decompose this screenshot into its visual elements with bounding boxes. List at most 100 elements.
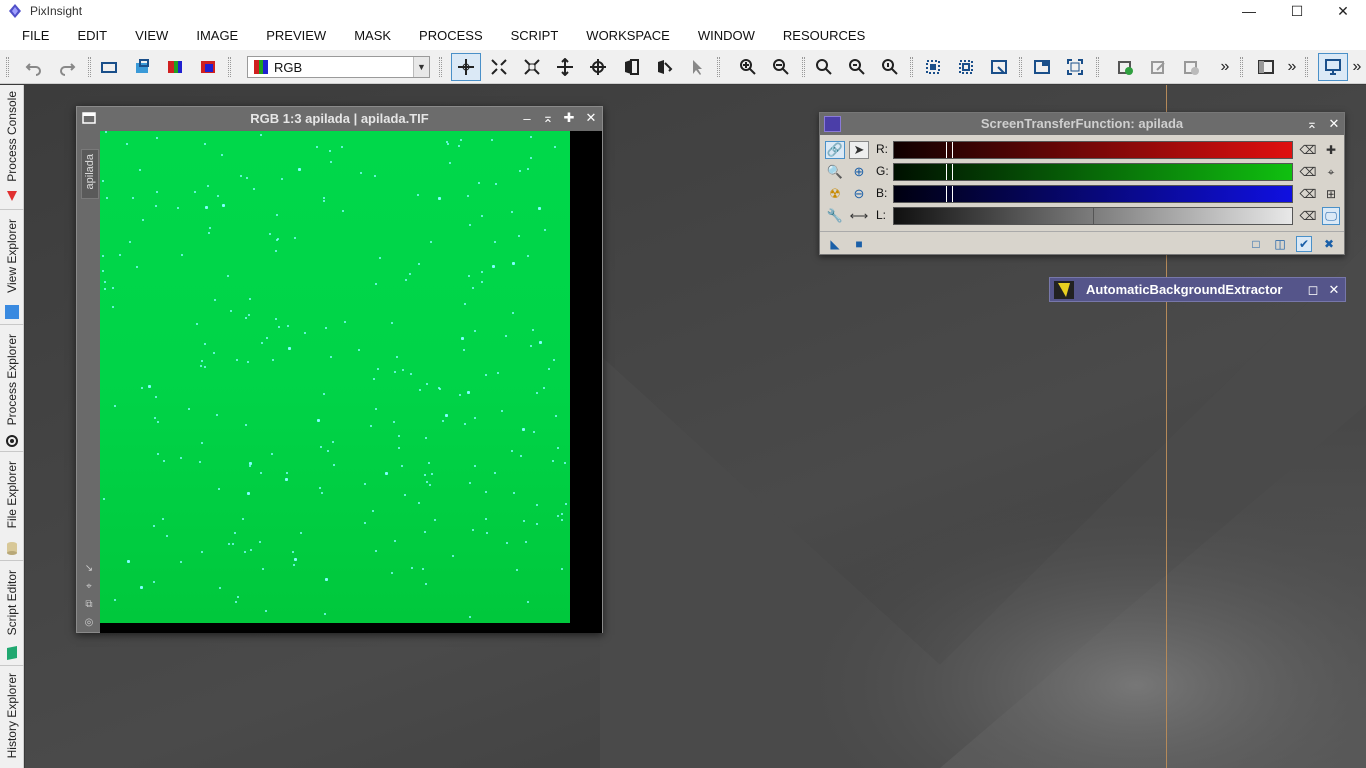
select-mode-button[interactable]	[686, 56, 708, 78]
menu-preview[interactable]: PREVIEW	[252, 22, 340, 50]
zoom-fit-button[interactable]	[846, 56, 868, 78]
new-preview-button[interactable]	[620, 56, 642, 78]
channel-combination-button[interactable]	[197, 56, 219, 78]
shadows-marker[interactable]	[946, 142, 947, 158]
apply-global-button[interactable]: ■	[851, 236, 867, 252]
midtones-marker[interactable]	[952, 142, 953, 158]
stf-display-button[interactable]: 🖵	[1322, 207, 1340, 225]
dock-tab-file-explorer[interactable]: File Explorer	[0, 453, 24, 561]
delete-workspace-button[interactable]	[1180, 56, 1202, 78]
new-image-button[interactable]	[98, 56, 120, 78]
zoom-in-button[interactable]: 🔍	[825, 163, 845, 181]
close-button[interactable]: ✕	[1320, 0, 1366, 22]
fullscreen-view-button[interactable]	[1064, 56, 1086, 78]
copy-tool[interactable]: ⧉	[83, 598, 95, 610]
menu-window[interactable]: WINDOW	[684, 22, 769, 50]
menu-workspace[interactable]: WORKSPACE	[572, 22, 684, 50]
center-mode-button[interactable]	[587, 56, 609, 78]
view-channel-select[interactable]: RGB ▼	[247, 56, 430, 78]
midtones-marker[interactable]	[1093, 208, 1094, 224]
new-instance-button[interactable]: ◣	[827, 236, 843, 252]
redo-button[interactable]	[56, 56, 78, 78]
dock-tab-process-console[interactable]: Process Console	[0, 85, 24, 210]
reset-button[interactable]: ✖	[1321, 236, 1337, 252]
reset-luminance-button[interactable]: ⌫	[1299, 207, 1317, 225]
image-canvas[interactable]	[100, 131, 602, 633]
process-icon-abe[interactable]: AutomaticBackgroundExtractor ◻ ✕	[1049, 277, 1346, 302]
shadows-marker[interactable]	[946, 186, 947, 202]
image-identifier-tab[interactable]: apilada	[81, 149, 99, 199]
image-window-minimize-button[interactable]: ‒	[519, 110, 535, 126]
menu-image[interactable]: IMAGE	[182, 22, 252, 50]
pan-mode-button[interactable]	[554, 56, 576, 78]
fit-window-button[interactable]	[955, 56, 977, 78]
maximize-view-button[interactable]	[1031, 56, 1053, 78]
target-tool[interactable]: ◎	[83, 616, 95, 628]
grid-button[interactable]: ⊞	[1322, 185, 1340, 203]
zoom-out-mode-button[interactable]	[521, 56, 543, 78]
documentation-button[interactable]: ◫	[1272, 236, 1288, 252]
zoom-in-plus-button[interactable]: ⊕	[849, 163, 869, 181]
dock-tab-script-editor[interactable]: Script Editor	[0, 562, 24, 666]
stf-slider-blue[interactable]	[893, 185, 1293, 203]
zoom-1-1-button[interactable]	[813, 56, 835, 78]
minimize-button[interactable]: —	[1226, 0, 1272, 22]
extend-view-button[interactable]	[988, 56, 1010, 78]
stf-close-button[interactable]: ✕	[1326, 116, 1342, 132]
link-channels-button[interactable]: 🔗	[825, 141, 845, 159]
image-window-menu-button[interactable]	[81, 110, 97, 126]
menu-script[interactable]: SCRIPT	[497, 22, 573, 50]
abe-close-button[interactable]: ✕	[1326, 282, 1342, 298]
settings-button[interactable]: 🔧	[825, 207, 845, 225]
dock-tab-history-explorer[interactable]: History Explorer	[0, 667, 24, 768]
abe-open-button[interactable]: ◻	[1305, 282, 1321, 298]
toolbar-overflow-button-2[interactable]: »	[1281, 56, 1303, 78]
edit-workspace-button[interactable]	[1147, 56, 1169, 78]
new-workspace-button[interactable]	[1114, 56, 1136, 78]
stf-select-button[interactable]: ➤	[849, 141, 869, 159]
toggle-dock-button[interactable]	[1255, 56, 1277, 78]
auto-stf-button[interactable]: ☢	[825, 185, 845, 203]
fit-view-tool[interactable]: ↘	[83, 562, 95, 574]
toolbar-overflow-button-3[interactable]: »	[1348, 56, 1366, 78]
midtones-marker[interactable]	[952, 164, 953, 180]
menu-file[interactable]: FILE	[8, 22, 63, 50]
maximize-button[interactable]: ☐	[1274, 0, 1320, 22]
extract-channels-button[interactable]	[164, 56, 186, 78]
zoom-in-mode-button[interactable]	[488, 56, 510, 78]
zoom-in-button[interactable]	[737, 56, 759, 78]
image-window-close-button[interactable]: ✕	[583, 110, 599, 126]
dock-tab-process-explorer[interactable]: Process Explorer	[0, 326, 24, 452]
menu-view[interactable]: VIEW	[121, 22, 182, 50]
readout-mode-button[interactable]	[455, 56, 477, 78]
image-window-shade-button[interactable]: ⌅	[540, 110, 556, 126]
reset-red-button[interactable]: ⌫	[1299, 141, 1317, 159]
stf-slider-green[interactable]	[893, 163, 1293, 181]
edit-preview-button[interactable]	[653, 56, 675, 78]
preview-button[interactable]: □	[1248, 236, 1264, 252]
zoom-optimal-button[interactable]	[879, 56, 901, 78]
toolbar-overflow-button[interactable]: »	[1214, 56, 1236, 78]
screen-transfer-button[interactable]	[1322, 56, 1344, 78]
midtones-marker[interactable]	[952, 186, 953, 202]
stf-shade-button[interactable]: ⌅	[1304, 116, 1320, 132]
zoom-out-button[interactable]: ⊖	[849, 185, 869, 203]
zoom-to-fit-tool[interactable]: ⌖	[83, 580, 95, 592]
dock-tab-view-explorer[interactable]: View Explorer	[0, 211, 24, 325]
image-window[interactable]: RGB 1:3 apilada | apilada.TIF ‒ ⌅ ✚ ✕ ap…	[76, 106, 603, 633]
menu-edit[interactable]: EDIT	[63, 22, 121, 50]
duplicate-image-button[interactable]	[131, 56, 153, 78]
menu-process[interactable]: PROCESS	[405, 22, 497, 50]
shadows-marker[interactable]	[946, 164, 947, 180]
image-window-maximize-button[interactable]: ✚	[561, 110, 577, 126]
stf-slider-luminance[interactable]	[893, 207, 1293, 225]
apply-button[interactable]: ✔	[1296, 236, 1312, 252]
zoom-out-button[interactable]	[770, 56, 792, 78]
reset-green-button[interactable]: ⌫	[1299, 163, 1317, 181]
auto-stretch-button[interactable]: ✚	[1322, 141, 1340, 159]
expand-range-button[interactable]: ⟷	[849, 207, 869, 225]
undo-button[interactable]	[23, 56, 45, 78]
fit-view-button[interactable]	[922, 56, 944, 78]
menu-mask[interactable]: MASK	[340, 22, 405, 50]
track-view-button[interactable]: ⌖	[1322, 163, 1340, 181]
